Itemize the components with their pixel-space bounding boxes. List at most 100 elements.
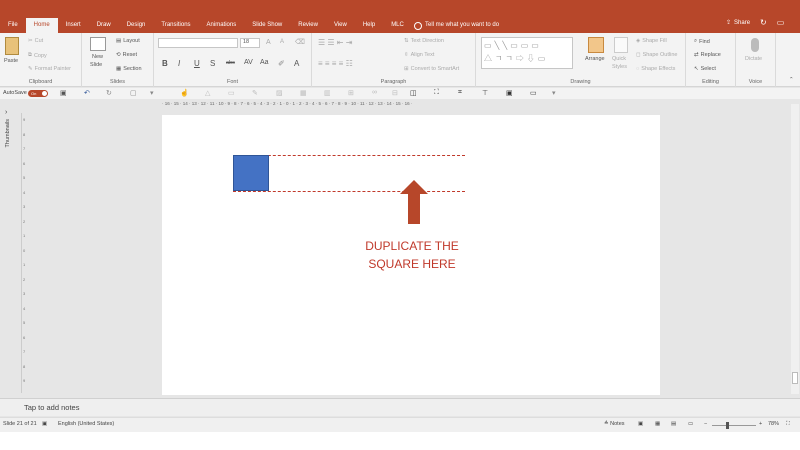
new-slide-button[interactable]: New <box>92 54 103 60</box>
tab-animations[interactable]: Animations <box>199 18 245 33</box>
copy-button[interactable]: ⧉ Copy <box>28 52 47 59</box>
zoom-slider-thumb[interactable] <box>726 422 729 429</box>
distribute-icon[interactable]: ◫ <box>410 89 417 97</box>
smartart-icon[interactable]: ⊞ <box>348 89 354 97</box>
crop-icon[interactable]: ⌗ <box>458 89 462 97</box>
format-icon[interactable]: ✎ <box>252 89 258 97</box>
clear-format-icon[interactable]: ⌫ <box>295 38 305 46</box>
redo-icon[interactable]: ↻ <box>106 89 112 97</box>
notes-button[interactable]: ≙ Notes <box>604 421 625 427</box>
font-size-input[interactable]: 18 <box>240 38 260 48</box>
start-slideshow-icon[interactable]: ▢ <box>130 89 137 97</box>
fit-icon[interactable]: ⛶ <box>434 89 439 97</box>
tab-view[interactable]: View <box>326 18 355 33</box>
quick-styles-button[interactable]: Quick <box>612 56 626 62</box>
textbox-icon[interactable]: ▭ <box>228 89 235 97</box>
font-name-input[interactable] <box>158 38 238 48</box>
bullets-icon[interactable]: ☰ ☰ ⇤ ⇥ <box>318 38 352 47</box>
layout-button[interactable]: ▤ Layout <box>116 38 140 44</box>
smartart-button[interactable]: ⊞ Convert to SmartArt <box>404 66 459 72</box>
shapes-icon[interactable]: △ <box>205 89 210 97</box>
group-icon[interactable]: ▣ <box>506 89 513 97</box>
align-icon[interactable]: ⊟ <box>392 89 398 97</box>
bold-button[interactable]: B <box>162 59 168 68</box>
reset-button[interactable]: ⟲ Reset <box>116 52 137 58</box>
zoom-out-icon[interactable]: − <box>704 421 707 427</box>
picture-icon[interactable]: ▨ <box>276 89 283 97</box>
qat-dropdown-icon[interactable]: ▾ <box>150 89 154 97</box>
undo-icon[interactable]: ↶ <box>84 89 90 97</box>
strikethrough-button[interactable]: abc <box>226 60 235 66</box>
zoom-in-icon[interactable]: + <box>759 421 762 427</box>
zoom-slider[interactable] <box>712 422 756 429</box>
highlight-icon[interactable]: ✐ <box>278 59 285 68</box>
folder-icon[interactable]: ▭ <box>530 89 537 97</box>
char-spacing-icon[interactable]: AV <box>244 59 253 66</box>
section-button[interactable]: ▦ Section <box>116 66 142 72</box>
spellcheck-icon[interactable]: ▣ <box>42 421 47 427</box>
table-icon[interactable]: ▦ <box>300 89 307 97</box>
arrange-button[interactable]: Arrange <box>585 56 605 62</box>
shrink-font-button[interactable]: A <box>280 39 284 45</box>
vertical-scrollbar[interactable] <box>791 104 799 394</box>
font-color-icon[interactable]: A <box>294 59 299 68</box>
share-button[interactable]: ⇪ Share <box>726 19 750 27</box>
scrollbar-thumb[interactable] <box>792 372 798 384</box>
save-icon[interactable]: ▣ <box>60 89 67 97</box>
normal-view-icon[interactable]: ▣ <box>638 421 643 427</box>
slideshow-view-icon[interactable]: ▭ <box>688 421 693 427</box>
instruction-textbox[interactable]: DUPLICATE THE SQUARE HERE <box>352 237 472 273</box>
shadow-button[interactable]: S <box>210 59 215 68</box>
fit-slide-icon[interactable]: ⛶ <box>786 421 790 428</box>
history-icon[interactable]: ↻ <box>760 18 767 27</box>
tab-home[interactable]: Home <box>25 18 58 33</box>
up-arrow-shape[interactable] <box>400 180 428 224</box>
tab-draw[interactable]: Draw <box>89 18 119 33</box>
cut-button[interactable]: ✂ Cut <box>28 38 43 44</box>
touch-mode-icon[interactable]: ☝ <box>180 89 189 97</box>
customize-qat-icon[interactable]: ▾ <box>552 89 556 97</box>
tab-help[interactable]: Help <box>355 18 383 33</box>
tab-design[interactable]: Design <box>119 18 154 33</box>
shape-effects-button[interactable]: ◌ Shape Effects <box>636 66 675 72</box>
expand-thumbnails-icon[interactable]: › <box>5 109 7 116</box>
reading-view-icon[interactable]: ▤ <box>671 421 676 427</box>
tab-slide-show[interactable]: Slide Show <box>244 18 290 33</box>
align-icons[interactable]: ≡ ≡ ≡ ≡ ☷ <box>318 59 353 68</box>
shape-fill-button[interactable]: ◈ Shape Fill <box>636 38 667 44</box>
comments-icon[interactable]: ▭ <box>777 18 785 27</box>
tab-review[interactable]: Review <box>290 18 326 33</box>
find-button[interactable]: ⌕ Find <box>694 38 710 45</box>
shapes-gallery[interactable]: ▭╲╲▭▭▭ △ㄱㄱ⇨⇩▭ <box>481 37 573 69</box>
text-direction-button[interactable]: ⇅ Text Direction <box>404 38 444 44</box>
shape-outline-button[interactable]: ◻ Shape Outline <box>636 52 677 58</box>
notes-pane[interactable]: Tap to add notes <box>0 398 800 416</box>
replace-button[interactable]: ⇄ Replace <box>694 52 721 58</box>
select-button[interactable]: ↖ Select <box>694 66 716 72</box>
underline-button[interactable]: U <box>194 59 200 68</box>
tell-me-box[interactable]: Tell me what you want to do <box>414 20 499 31</box>
tab-insert[interactable]: Insert <box>58 18 89 33</box>
collapse-ribbon-icon[interactable]: ⌃ <box>789 77 794 83</box>
align-top-icon[interactable]: ⊤ <box>482 89 488 97</box>
tab-transitions[interactable]: Transitions <box>153 18 198 33</box>
blue-square-shape[interactable] <box>233 155 269 191</box>
format-painter-button[interactable]: ✎ Format Painter <box>28 66 71 72</box>
change-case-button[interactable]: Aa <box>260 59 269 66</box>
dictate-button[interactable]: Dictate <box>745 56 762 62</box>
chart-icon[interactable]: ▥ <box>324 89 331 97</box>
align-text-button[interactable]: ⇳ Align Text <box>404 52 434 58</box>
zoom-level[interactable]: 78% <box>768 421 779 427</box>
language-status[interactable]: English (United States) <box>58 421 114 427</box>
tab-file[interactable]: File <box>0 18 26 33</box>
link-icon[interactable]: ∞ <box>372 89 377 96</box>
grow-font-button[interactable]: A <box>266 39 271 46</box>
microphone-icon <box>751 38 759 52</box>
paste-button[interactable]: Paste <box>4 58 18 64</box>
italic-button[interactable]: I <box>178 59 180 68</box>
autosave-toggle[interactable]: On <box>28 90 48 97</box>
slide-canvas[interactable]: DUPLICATE THE SQUARE HERE <box>162 115 660 395</box>
tab-mlc[interactable]: MLC <box>383 18 412 33</box>
slide-sorter-icon[interactable]: ▦ <box>655 421 660 427</box>
thumbnails-pane[interactable]: › Thumbnails <box>0 99 18 399</box>
